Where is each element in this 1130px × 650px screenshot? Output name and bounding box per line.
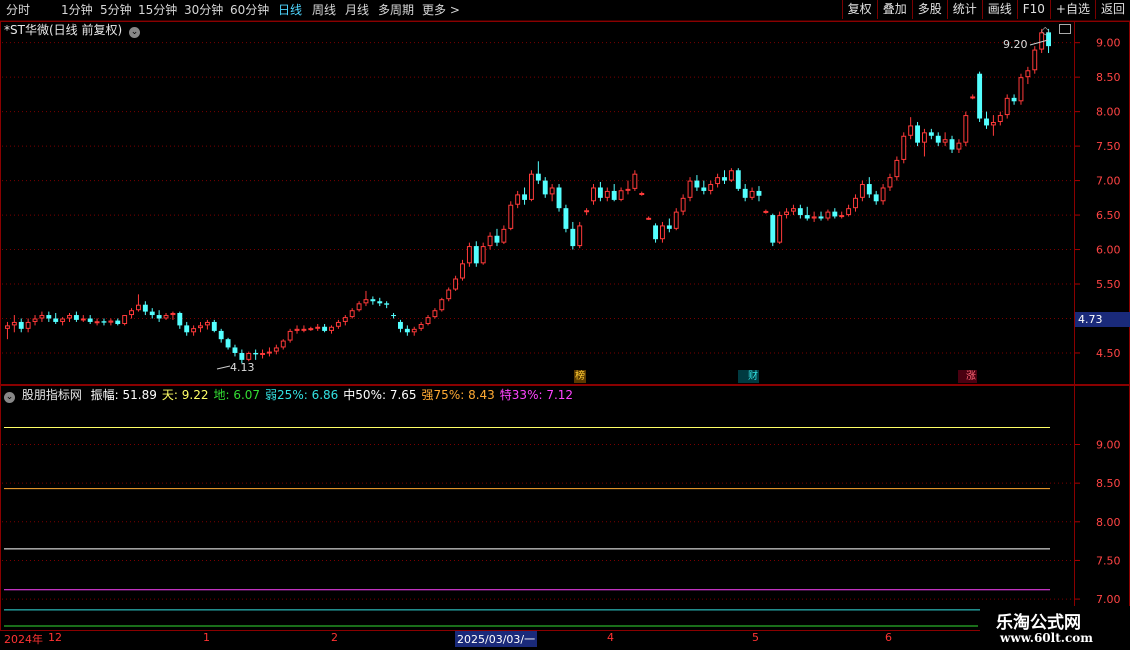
watermark: 乐淘公式网 www.60lt.com [980, 606, 1130, 650]
badge-text: 榜 [575, 371, 585, 382]
date-label-jun: 6 [885, 631, 892, 644]
stock-name-label: *ST华微(日线 前复权) [4, 23, 123, 37]
finance-badge[interactable]: 财 [738, 370, 759, 383]
watermark-url: www.60lt.com [1000, 631, 1093, 645]
indicator-name: 股朋指标网 [21, 388, 82, 402]
current-price-tag: 4.73 [1075, 312, 1130, 327]
chevron-down-icon[interactable]: ⌄ [4, 392, 15, 403]
watermark-title: 乐淘公式网 [996, 613, 1081, 633]
date-label-jan: 1 [203, 631, 210, 644]
date-cursor-label: 2025/03/03/一 [455, 631, 538, 647]
date-label-apr: 4 [607, 631, 614, 644]
indicator-title: ⌄ 股朋指标网 振幅: 51.89 天: 9.22 地: 6.07 弱25%: 6.8… [4, 386, 573, 403]
indicator-value-6: 特33%: 7.12 [499, 388, 574, 402]
indicator-value-3: 弱25%: 6.86 [265, 388, 339, 402]
chevron-down-icon[interactable]: ⌄ [128, 27, 140, 38]
date-label-dec: 12 [48, 631, 62, 644]
main-chart-frame [0, 21, 1130, 385]
diamond-icon[interactable]: ◇ [1041, 24, 1049, 37]
indicator-value-4: 中50%: 7.65 [343, 388, 417, 402]
date-axis: 2024年 12 1 2 2025/03/03/一 4 5 6 [0, 631, 1130, 650]
badge-text: 财 [748, 371, 758, 382]
indicator-frame [0, 385, 1130, 631]
date-label-may: 5 [752, 631, 759, 644]
high-price-marker: 9.20 [1003, 38, 1028, 51]
indicator-value-2: 地: 6.07 [213, 388, 261, 402]
limit-up-badge[interactable]: 涨 [958, 370, 977, 383]
date-label-feb: 2 [331, 631, 338, 644]
date-label-year: 2024年 [4, 633, 43, 646]
indicator-value-0: 振幅: 51.89 [90, 388, 157, 402]
indicator-value-1: 天: 9.22 [161, 388, 209, 402]
list-badge[interactable]: 榜 [574, 370, 586, 383]
badge-text: 涨 [966, 371, 976, 382]
low-price-marker: 4.13 [230, 361, 255, 374]
indicator-value-5: 强75%: 8.43 [421, 388, 495, 402]
current-price-value: 4.73 [1078, 313, 1103, 326]
stock-title: *ST华微(日线 前复权) ⌄ [4, 21, 140, 38]
indicator-values: 振幅: 51.89 天: 9.22 地: 6.07 弱25%: 6.86 中50%: 7… [86, 388, 573, 402]
panel-toggle-icon[interactable] [1059, 24, 1071, 34]
